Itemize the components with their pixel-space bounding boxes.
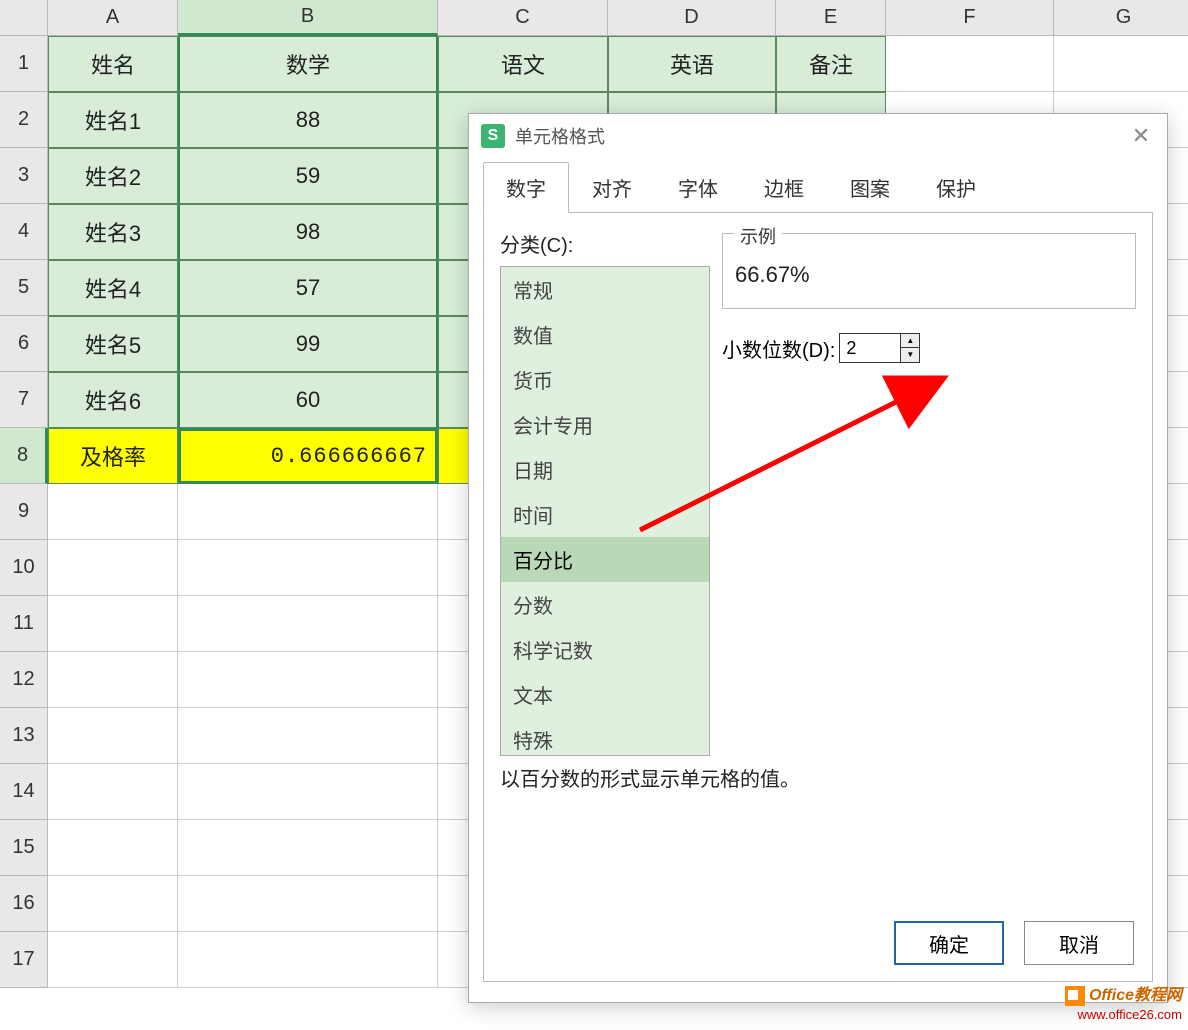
- spinner-up-icon[interactable]: ▲: [901, 334, 919, 348]
- category-percentage[interactable]: 百分比: [501, 537, 709, 582]
- cell-F1[interactable]: [886, 36, 1054, 92]
- col-header-A[interactable]: A: [48, 0, 178, 36]
- dialog-title-text: 单元格格式: [515, 123, 605, 149]
- decimal-places-label: 小数位数(D):: [722, 334, 835, 363]
- row-header-3[interactable]: 3: [0, 148, 48, 204]
- row-header-6[interactable]: 6: [0, 316, 48, 372]
- cell-B2[interactable]: 88: [178, 92, 438, 148]
- col-header-F[interactable]: F: [886, 0, 1054, 36]
- tab-border[interactable]: 边框: [741, 162, 827, 213]
- category-list[interactable]: 常规 数值 货币 会计专用 日期 时间 百分比 分数 科学记数 文本 特殊 自定…: [500, 266, 710, 756]
- category-fraction[interactable]: 分数: [501, 582, 709, 627]
- col-header-G[interactable]: G: [1054, 0, 1188, 36]
- cell-G1[interactable]: [1054, 36, 1188, 92]
- ok-button[interactable]: 确定: [894, 921, 1004, 965]
- dialog-titlebar[interactable]: S 单元格格式 ✕: [469, 114, 1167, 158]
- cell-A1[interactable]: 姓名: [48, 36, 178, 92]
- cell-A2[interactable]: 姓名1: [48, 92, 178, 148]
- row-header-1[interactable]: 1: [0, 36, 48, 92]
- decimal-places-input[interactable]: [840, 334, 900, 362]
- watermark: Office教程网 www.office26.com: [1065, 986, 1182, 1024]
- category-special[interactable]: 特殊: [501, 717, 709, 756]
- col-header-D[interactable]: D: [608, 0, 776, 36]
- cell-A8[interactable]: 及格率: [48, 428, 178, 484]
- app-icon: S: [481, 124, 505, 148]
- decimal-places-row: 小数位数(D): ▲ ▼: [722, 333, 920, 363]
- category-text[interactable]: 文本: [501, 672, 709, 717]
- tab-protection[interactable]: 保护: [913, 162, 999, 213]
- tab-body: 分类(C): 常规 数值 货币 会计专用 日期 时间 百分比 分数 科学记数 文…: [483, 212, 1153, 982]
- category-general[interactable]: 常规: [501, 267, 709, 312]
- watermark-icon: [1065, 986, 1085, 1006]
- column-headers-row: A B C D E F G: [0, 0, 1188, 36]
- cell-E1[interactable]: 备注: [776, 36, 886, 92]
- spinner-down-icon[interactable]: ▼: [901, 348, 919, 362]
- sample-value: 66.67%: [735, 262, 1123, 288]
- row-header-7[interactable]: 7: [0, 372, 48, 428]
- tab-number[interactable]: 数字: [483, 162, 569, 213]
- cancel-button[interactable]: 取消: [1024, 921, 1134, 965]
- dialog-tabs: 数字 对齐 字体 边框 图案 保护: [483, 162, 1153, 213]
- table-row: 1 姓名 数学 语文 英语 备注: [0, 36, 1188, 92]
- category-accounting[interactable]: 会计专用: [501, 402, 709, 447]
- category-time[interactable]: 时间: [501, 492, 709, 537]
- tab-pattern[interactable]: 图案: [827, 162, 913, 213]
- category-number[interactable]: 数值: [501, 312, 709, 357]
- row-header-8[interactable]: 8: [0, 428, 48, 484]
- category-date[interactable]: 日期: [501, 447, 709, 492]
- cell-format-dialog: S 单元格格式 ✕ 数字 对齐 字体 边框 图案 保护 分类(C): 常规 数值…: [468, 113, 1168, 1003]
- category-scientific[interactable]: 科学记数: [501, 627, 709, 672]
- category-currency[interactable]: 货币: [501, 357, 709, 402]
- decimal-places-spinner[interactable]: ▲ ▼: [839, 333, 920, 363]
- row-header-4[interactable]: 4: [0, 204, 48, 260]
- row-header-5[interactable]: 5: [0, 260, 48, 316]
- col-header-C[interactable]: C: [438, 0, 608, 36]
- close-icon[interactable]: ✕: [1127, 122, 1155, 150]
- row-header-2[interactable]: 2: [0, 92, 48, 148]
- cell-B8-active[interactable]: 0.666666667: [178, 428, 438, 484]
- format-description: 以百分数的形式显示单元格的值。: [500, 763, 800, 792]
- sample-label: 示例: [734, 223, 782, 249]
- select-all-corner[interactable]: [0, 0, 48, 36]
- cell-D1[interactable]: 英语: [608, 36, 776, 92]
- col-header-E[interactable]: E: [776, 0, 886, 36]
- sample-box: 66.67%: [722, 233, 1136, 309]
- col-header-B[interactable]: B: [178, 0, 438, 36]
- tab-alignment[interactable]: 对齐: [569, 162, 655, 213]
- tab-font[interactable]: 字体: [655, 162, 741, 213]
- cell-C1[interactable]: 语文: [438, 36, 608, 92]
- cell-B1[interactable]: 数学: [178, 36, 438, 92]
